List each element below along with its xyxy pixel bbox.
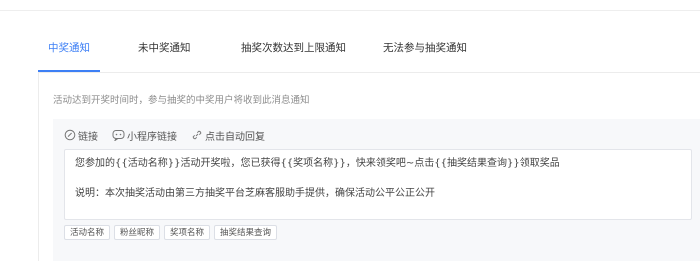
insert-autoreply-button[interactable]: 点击自动回复 (191, 128, 265, 143)
insert-autoreply-label: 点击自动回复 (205, 131, 265, 143)
variable-tag-fan-nickname[interactable]: 粉丝昵称 (114, 225, 161, 240)
link-icon (64, 129, 76, 141)
insert-miniprogram-button[interactable]: 小程序链接 (112, 128, 177, 143)
message-textarea[interactable]: 您参加的{{活动名称}}活动开奖啦，您已获得{{奖项名称}}，快来领奖吧~点击{… (64, 149, 692, 220)
notification-tabs: 中奖通知 未中奖通知 抽奖次数达到上限通知 无法参与抽奖通知 (38, 30, 700, 72)
notice-description: 活动达到开奖时间时，参与抽奖的中奖用户将收到此消息通知 (53, 95, 310, 106)
message-line-1: 您参加的{{活动名称}}活动开奖啦，您已获得{{奖项名称}}，快来领奖吧~点击{… (75, 158, 560, 169)
insert-link-label: 链接 (78, 131, 98, 143)
tab-non-winning-notice[interactable]: 未中奖通知 (138, 40, 191, 55)
tab-limit-reached-notice[interactable]: 抽奖次数达到上限通知 (241, 40, 346, 55)
editor-toolbar: 链接 小程序链接 点击自动回复 (64, 128, 279, 143)
top-divider (0, 10, 700, 11)
insert-miniprogram-label: 小程序链接 (127, 131, 177, 143)
notice-settings-panel: 活动达到开奖时间时，参与抽奖的中奖用户将收到此消息通知 链接 小程序链接 点击自… (38, 72, 700, 261)
tab-winning-notice[interactable]: 中奖通知 (48, 40, 90, 55)
insert-link-button[interactable]: 链接 (64, 128, 98, 143)
miniprogram-icon (112, 130, 125, 141)
variable-tag-prize-name[interactable]: 奖项名称 (164, 225, 211, 240)
chain-icon (192, 130, 202, 140)
variable-tag-activity-name[interactable]: 活动名称 (64, 225, 111, 240)
variable-tags: 活动名称 粉丝昵称 奖项名称 抽奖结果查询 (64, 225, 281, 240)
tab-cannot-participate-notice[interactable]: 无法参与抽奖通知 (383, 40, 467, 55)
variable-tag-draw-result-query[interactable]: 抽奖结果查询 (214, 225, 278, 240)
message-line-2: 说明：本次抽奖活动由第三方抽奖平台芝麻客服助手提供，确保活动公平公正公开 (75, 188, 435, 199)
message-editor: 链接 小程序链接 点击自动回复 您参加的{{活动名称}}活动开奖啦，您已获得{{… (53, 119, 700, 261)
